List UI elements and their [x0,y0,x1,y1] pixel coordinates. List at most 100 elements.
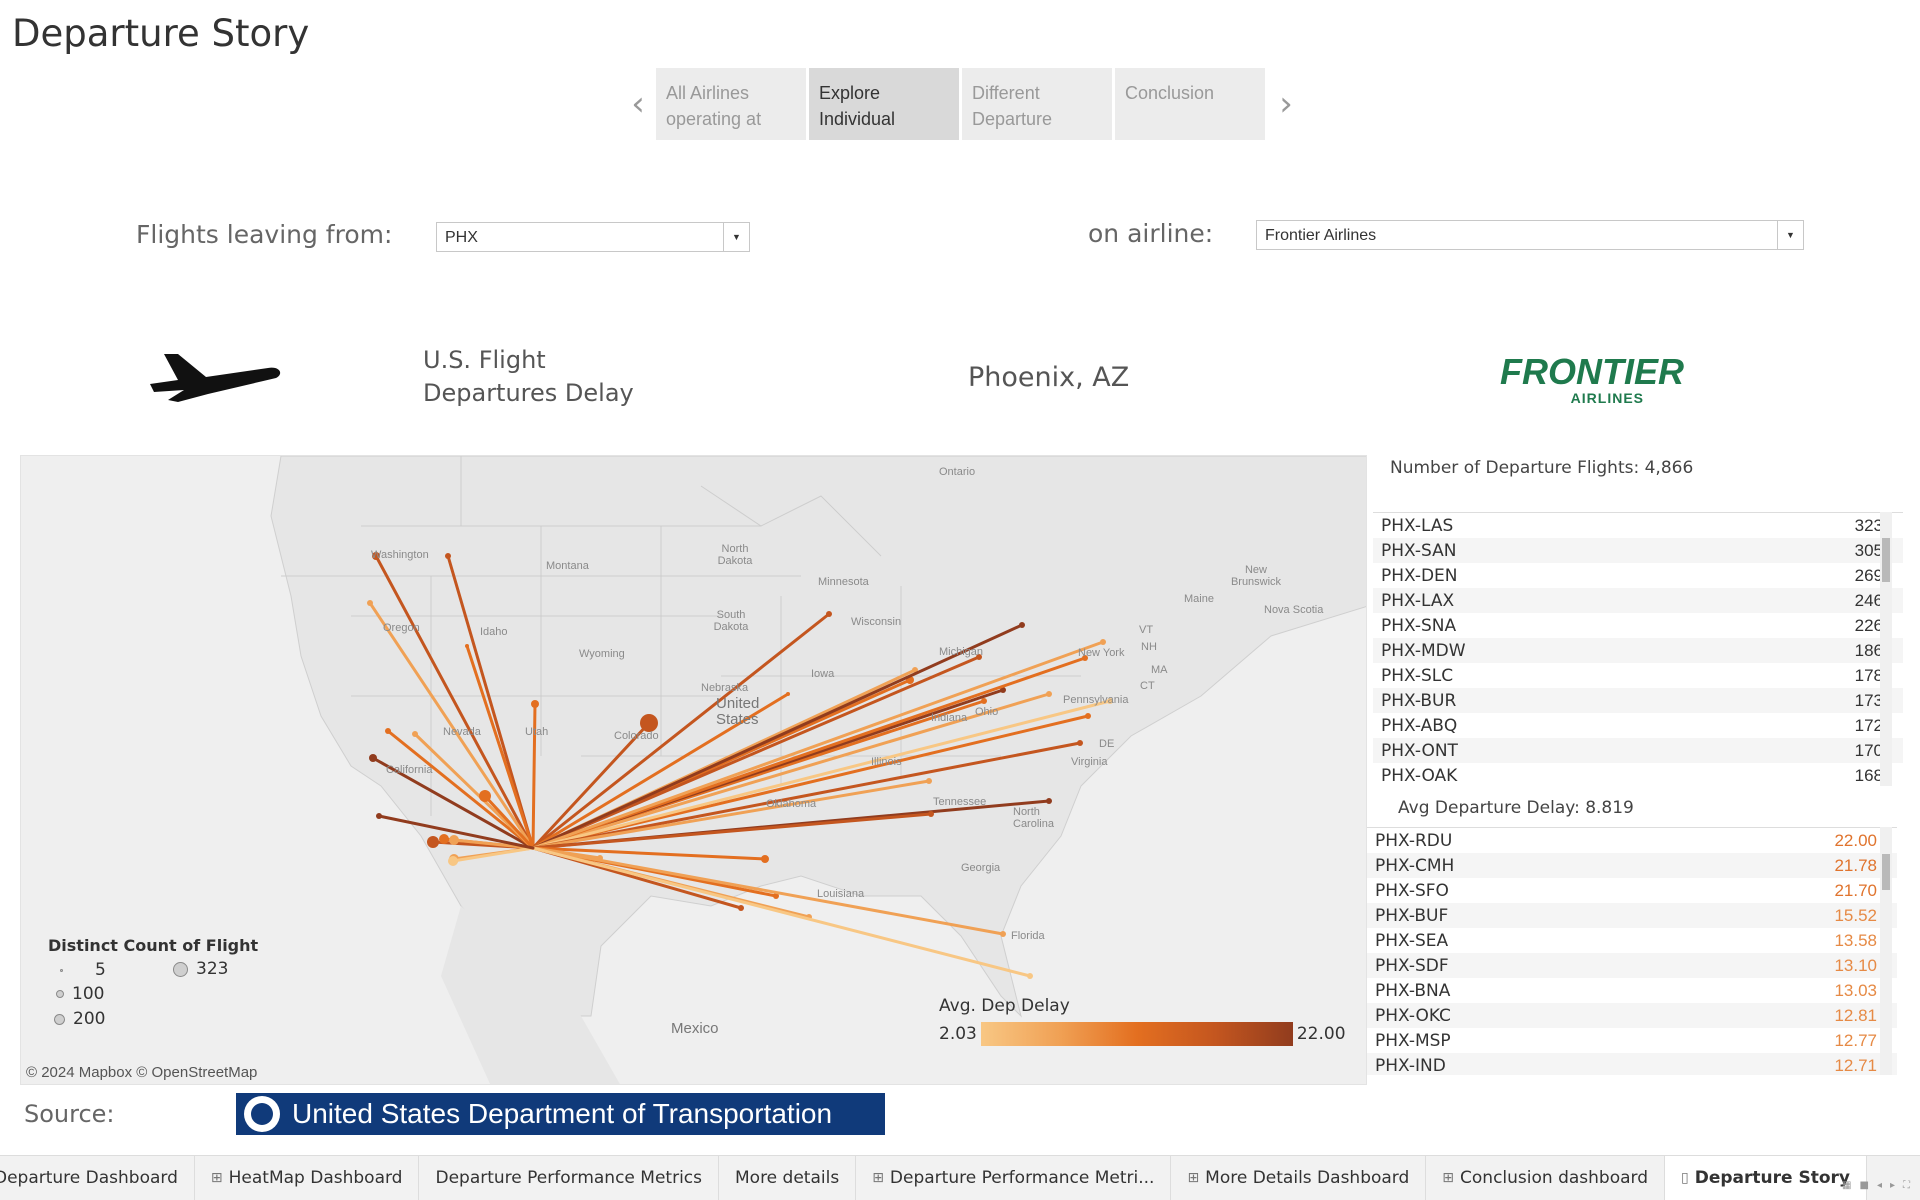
route-line[interactable] [531,846,1032,978]
destination-dot[interactable] [926,778,932,784]
destination-dot[interactable] [367,600,373,606]
tab-controls: ▦ ■ ◂ ▸ ⛶ [1842,1180,1910,1191]
destination-dot[interactable] [385,728,391,734]
destination-dot[interactable] [1077,740,1083,746]
route-line[interactable] [451,846,535,863]
next-arrow-icon[interactable]: › [1268,68,1304,140]
table-row[interactable]: PHX-DEN 269 [1373,563,1903,588]
destination-dot[interactable] [465,644,469,648]
table-row[interactable]: PHX-OAK 168 [1373,763,1903,786]
table-row[interactable]: PHX-OKC 12.81 [1367,1003,1897,1028]
dashboard-icon: ⊞ [1442,1170,1455,1186]
destination-dot[interactable] [479,790,491,802]
table-row[interactable]: PHX-CMH 21.78 [1367,853,1897,878]
tab-heatmap-dashboard[interactable]: ⊞ HeatMap Dashboard [195,1156,420,1200]
avg-delay-scrollbar[interactable] [1880,827,1892,1075]
table-row[interactable]: PHX-BUF 15.52 [1367,903,1897,928]
map-label: South Dakota [713,609,749,633]
tab-departure-performance-metrics-dashboard[interactable]: ⊞ Departure Performance Metri... [856,1156,1172,1200]
size-legend-title: Distinct Count of Flight [48,936,259,955]
scrollbar-thumb[interactable] [1882,854,1890,890]
scroll-left-icon[interactable]: ◂ [1877,1180,1882,1191]
table-row[interactable]: PHX-BUR 173 [1373,688,1903,713]
origin-dropdown-value: PHX [445,229,478,246]
destination-dot[interactable] [1019,622,1025,628]
tab-more-details-dashboard[interactable]: ⊞ More Details Dashboard [1171,1156,1427,1200]
map-label: Illinois [871,756,902,768]
chevron-down-icon[interactable]: ▼ [1777,221,1803,249]
destination-dot[interactable] [738,905,744,911]
map-label: Montana [546,560,589,572]
story-point-all-airlines[interactable]: All Airlines operating at [656,68,806,140]
size-legend-item: 100 [56,984,104,1004]
table-row[interactable]: PHX-ONT 170 [1373,738,1903,763]
story-point-conclusion[interactable]: Conclusion [1115,68,1265,140]
table-row[interactable]: PHX-IND 12.71 [1367,1053,1897,1075]
flight-count-scrollbar[interactable] [1880,512,1892,786]
list-view-icon[interactable]: ■ [1859,1180,1868,1191]
route-line[interactable] [531,779,931,850]
table-row[interactable]: PHX-MSP 12.77 [1367,1028,1897,1053]
table-row[interactable]: PHX-SDF 13.10 [1367,953,1897,978]
destination-dot[interactable] [1046,691,1052,697]
destination-dot[interactable] [376,813,382,819]
destination-dot[interactable] [1046,798,1052,804]
destination-dot[interactable] [449,835,459,845]
tab-departure-story[interactable]: ▯ Departure Story [1665,1156,1867,1200]
tab-conclusion-dashboard[interactable]: ⊞ Conclusion dashboard [1426,1156,1666,1200]
tab-departure-performance-metrics[interactable]: Departure Performance Metrics [419,1156,719,1200]
destination-dot[interactable] [981,698,987,704]
flight-count-table[interactable]: PHX-LAS 323 PHX-SAN 305 PHX-DEN 269 PHX-LAX… [1373,512,1903,786]
fullscreen-icon[interactable]: ⛶ [1903,1180,1910,1191]
destination-dot[interactable] [427,836,439,848]
color-legend-min: 2.03 [939,1024,977,1044]
size-legend-item: 323 [173,959,228,979]
destination-dot[interactable] [445,553,451,559]
table-row[interactable]: PHX-LAS 323 [1373,513,1903,538]
table-row[interactable]: PHX-ABQ 172 [1373,713,1903,738]
destination-dot[interactable] [1000,931,1006,937]
destination-dot[interactable] [786,692,790,696]
table-row[interactable]: PHX-LAX 246 [1373,588,1903,613]
destination-dot[interactable] [1027,973,1033,979]
tab-more-details[interactable]: More details [719,1156,857,1200]
destination-dot[interactable] [369,754,377,762]
destination-dot[interactable] [928,811,934,817]
story-point-different-departure[interactable]: Different Departure [962,68,1112,140]
chevron-down-icon[interactable]: ▼ [723,223,749,251]
grid-view-icon[interactable]: ▦ [1842,1180,1851,1191]
destination-dot[interactable] [826,611,832,617]
destination-dot[interactable] [448,856,458,866]
airline-dropdown[interactable]: Frontier Airlines ▼ [1256,220,1804,250]
scroll-right-icon[interactable]: ▸ [1890,1180,1895,1191]
tab-departure-dashboard[interactable]: Departure Dashboard [0,1156,195,1200]
table-row[interactable]: PHX-MDW 186 [1373,638,1903,663]
destination-dot[interactable] [1085,713,1091,719]
table-row[interactable]: PHX-SAN 305 [1373,538,1903,563]
map-attribution[interactable]: © 2024 Mapbox © OpenStreetMap [26,1064,257,1081]
destination-dot[interactable] [412,731,418,737]
story-icon: ▯ [1681,1170,1689,1186]
route-line[interactable] [386,729,535,850]
table-row[interactable]: PHX-SLC 178 [1373,663,1903,688]
airline-filter-label: on airline: [1088,219,1214,248]
flight-count-title: Number of Departure Flights: 4,866 [1390,458,1694,478]
table-row[interactable]: PHX-BNA 13.03 [1367,978,1897,1003]
table-row[interactable]: PHX-SEA 13.58 [1367,928,1897,953]
origin-dropdown[interactable]: PHX ▼ [436,222,750,252]
destination-dot[interactable] [1100,639,1106,645]
destination-dot[interactable] [761,855,769,863]
table-row[interactable]: PHX-SNA 226 [1373,613,1903,638]
scrollbar-thumb[interactable] [1882,538,1890,582]
avg-delay-table[interactable]: PHX-RDU 22.00 PHX-CMH 21.78 PHX-SFO 21.70 P… [1367,827,1897,1075]
airplane-icon [150,354,281,402]
flight-route-map[interactable]: Ontario Washington Montana North Dakota … [20,455,1367,1085]
prev-arrow-icon[interactable]: ‹ [620,68,656,140]
map-label: North Dakota [717,543,753,567]
map-label: Wyoming [579,648,625,660]
destination-dot[interactable] [439,834,449,844]
story-point-explore-individual[interactable]: Explore Individual [809,68,959,140]
table-row[interactable]: PHX-SFO 21.70 [1367,878,1897,903]
destination-dot[interactable] [531,700,539,708]
table-row[interactable]: PHX-RDU 22.00 [1367,828,1897,853]
